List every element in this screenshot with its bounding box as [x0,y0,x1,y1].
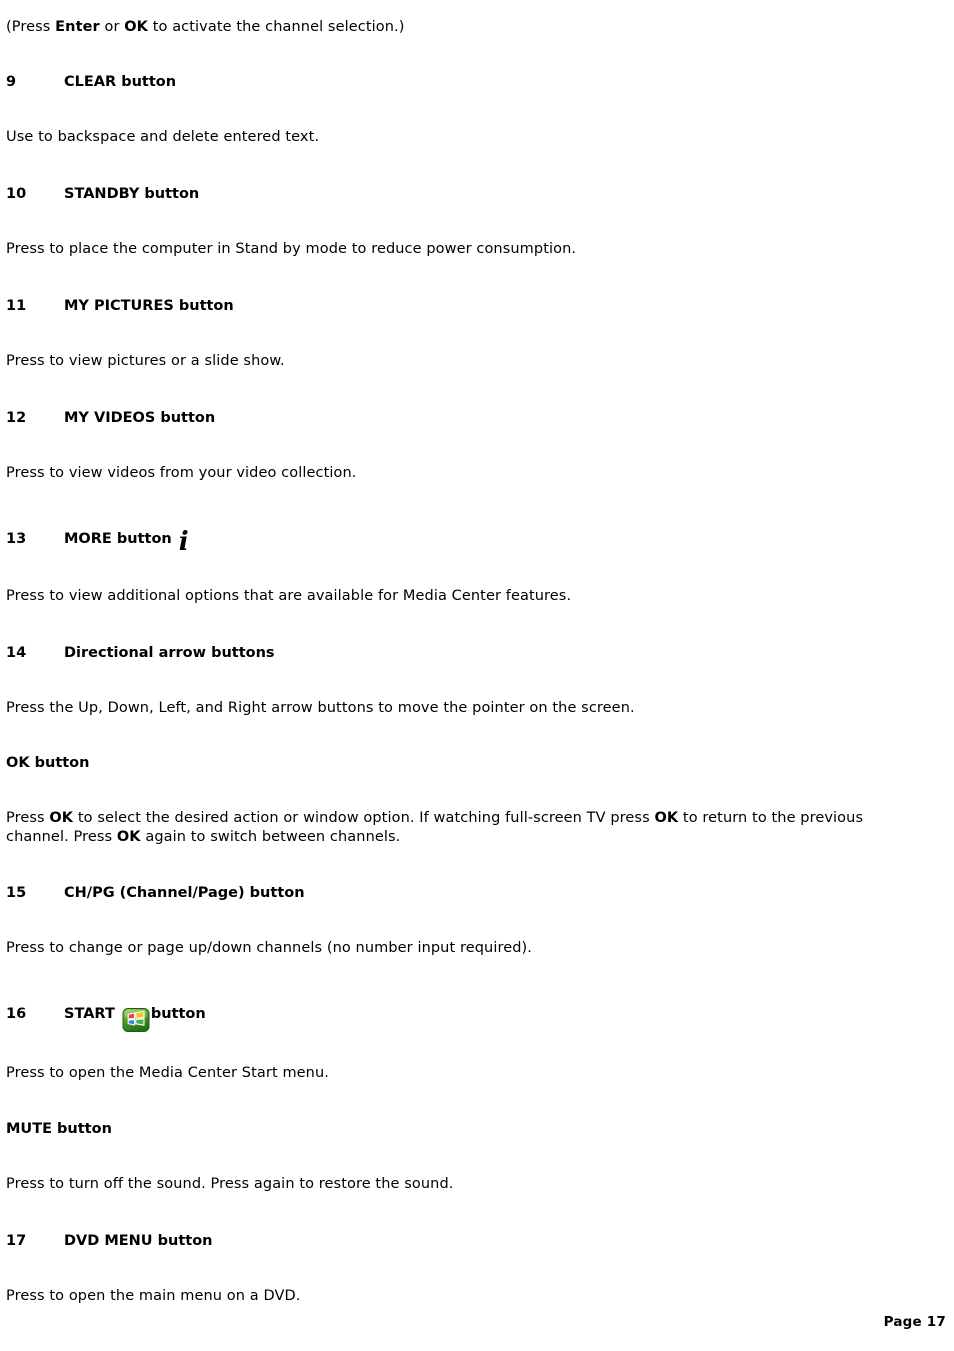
section-label: START button [64,1002,206,1032]
page-content: (Press Enter or OK to activate the chann… [6,0,906,1306]
section-body-my-pictures: Press to view pictures or a slide show. [6,353,285,369]
page-footer: Page 17 [883,1314,946,1330]
section-heading-more: 13 MORE button i [6,526,906,557]
intro-bold-enter: Enter [55,19,100,35]
section-heading-standby: 10 STANDBY button [6,185,906,204]
section-label: MORE button i [64,526,189,557]
section-number: 13 [6,531,27,547]
intro-paragraph: (Press Enter or OK to activate the chann… [6,18,906,37]
ok-bold-1: OK [49,810,74,826]
subheading-mute-button: MUTE button [6,1121,112,1137]
section-body-standby: Press to place the computer in Stand by … [6,241,577,257]
section-heading-my-videos: 12 MY VIDEOS button [6,409,906,428]
section-label-text-before: START [64,1005,115,1022]
ok-text-a: Press [6,810,50,826]
section-number: 12 [6,410,27,426]
section-number: 17 [6,1233,27,1249]
section-body-clear: Use to backspace and delete entered text… [6,129,320,145]
section-label-text-after: button [150,1005,206,1022]
section-label: MY PICTURES button [64,298,234,314]
section-body-start: Press to open the Media Center Start men… [6,1065,329,1081]
document-page: (Press Enter or OK to activate the chann… [0,0,954,1351]
windows-start-icon [122,1008,150,1032]
section-number: 11 [6,298,27,314]
section-label: Directional arrow buttons [64,645,275,661]
section-label: MY VIDEOS button [64,410,216,426]
section-body-chpg: Press to change or page up/down channels… [6,940,532,956]
ok-text-b: to select the desired action or window o… [73,810,655,826]
section-number: 15 [6,885,27,901]
section-label-text: MORE button [64,531,172,547]
intro-suffix: to activate the channel selection.) [148,19,405,35]
section-number: 14 [6,645,27,661]
ok-bold-3: OK [116,829,141,845]
section-label: DVD MENU button [64,1233,213,1249]
ok-text-d: again to switch between channels. [140,829,401,845]
section-body-directional-arrows: Press the Up, Down, Left, and Right arro… [6,700,635,716]
section-body-more: Press to view additional options that ar… [6,588,572,604]
intro-prefix: (Press [6,19,56,35]
section-number: 16 [6,1005,27,1022]
section-number: 9 [6,74,17,90]
section-label: CH/PG (Channel/Page) button [64,885,305,901]
subheading-ok-button: OK button [6,755,90,771]
section-heading-start: 16 START button [6,1002,906,1032]
section-heading-chpg: 15 CH/PG (Channel/Page) button [6,884,906,903]
section-body-mute: Press to turn off the sound. Press again… [6,1176,454,1192]
section-heading-dvd-menu: 17 DVD MENU button [6,1232,906,1251]
section-body-my-videos: Press to view videos from your video col… [6,465,357,481]
ok-bold-2: OK [654,810,679,826]
section-body-ok-button: Press OK to select the desired action or… [6,809,906,847]
section-body-dvd-menu: Press to open the main menu on a DVD. [6,1288,301,1304]
section-label: STANDBY button [64,186,200,202]
section-label: CLEAR button [64,74,177,90]
section-heading-my-pictures: 11 MY PICTURES button [6,297,906,316]
intro-middle: or [99,19,125,35]
section-heading-directional-arrows: 14 Directional arrow buttons [6,644,906,663]
section-heading-clear: 9 CLEAR button [6,73,906,92]
section-number: 10 [6,186,27,202]
intro-bold-ok: OK [124,19,149,35]
